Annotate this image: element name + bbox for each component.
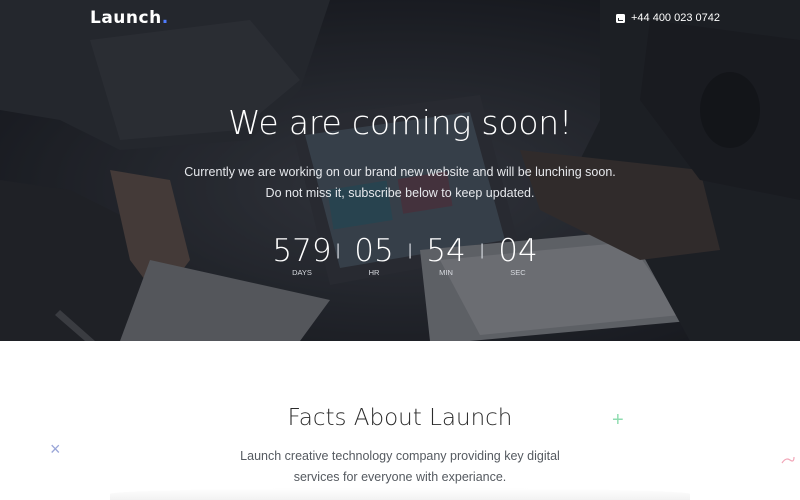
countdown-minutes-label: MIN [439, 268, 453, 277]
countdown-days-label: DAYS [292, 268, 312, 277]
navbar: Launch. +44 400 023 0742 [0, 0, 800, 36]
hero-subtitle-line-1: Currently we are working on our brand ne… [184, 165, 616, 179]
countdown-seconds-label: SEC [510, 268, 526, 277]
facts-text-line-1: Launch creative technology company provi… [240, 449, 560, 463]
countdown-minutes-value: 54 [426, 233, 466, 269]
phone-number: +44 400 023 0742 [630, 12, 720, 24]
facts-title: Facts About Launch [287, 405, 513, 431]
phone-icon [615, 13, 625, 23]
countdown-days-value: 579 [272, 233, 332, 269]
countdown-hours-value: 05 [354, 233, 394, 269]
hero-subtitle-line-2: Do not miss it, subscribe below to keep … [265, 186, 535, 200]
logo-text: Launch [90, 8, 162, 28]
logo-dot: . [161, 8, 169, 28]
countdown-seconds-value: 04 [498, 233, 538, 269]
countdown-hours: 05 HR [340, 233, 408, 278]
card-shadow-edge [110, 488, 690, 500]
cross-decoration-icon: × [50, 439, 61, 459]
facts-section: Facts About Launch Launch creative techn… [0, 341, 800, 500]
swoosh-decoration-icon [781, 456, 795, 464]
plus-decoration-icon: + [612, 409, 624, 431]
hero-title: We are coming soon! [227, 103, 573, 142]
hero-section: Launch. +44 400 023 0742 We are coming s… [0, 0, 800, 341]
logo[interactable]: Launch. [90, 8, 169, 28]
phone-link[interactable]: +44 400 023 0742 [615, 10, 720, 26]
countdown-seconds: 04 SEC [484, 233, 552, 278]
countdown-minutes: 54 MIN [412, 233, 480, 278]
countdown-timer: 579 DAYS | 05 HR | 54 MIN | 04 SEC [260, 233, 560, 283]
countdown-days: 579 DAYS [268, 233, 336, 278]
countdown-hours-label: HR [368, 268, 380, 277]
facts-text-line-2: services for everyone with experiance. [293, 470, 507, 484]
